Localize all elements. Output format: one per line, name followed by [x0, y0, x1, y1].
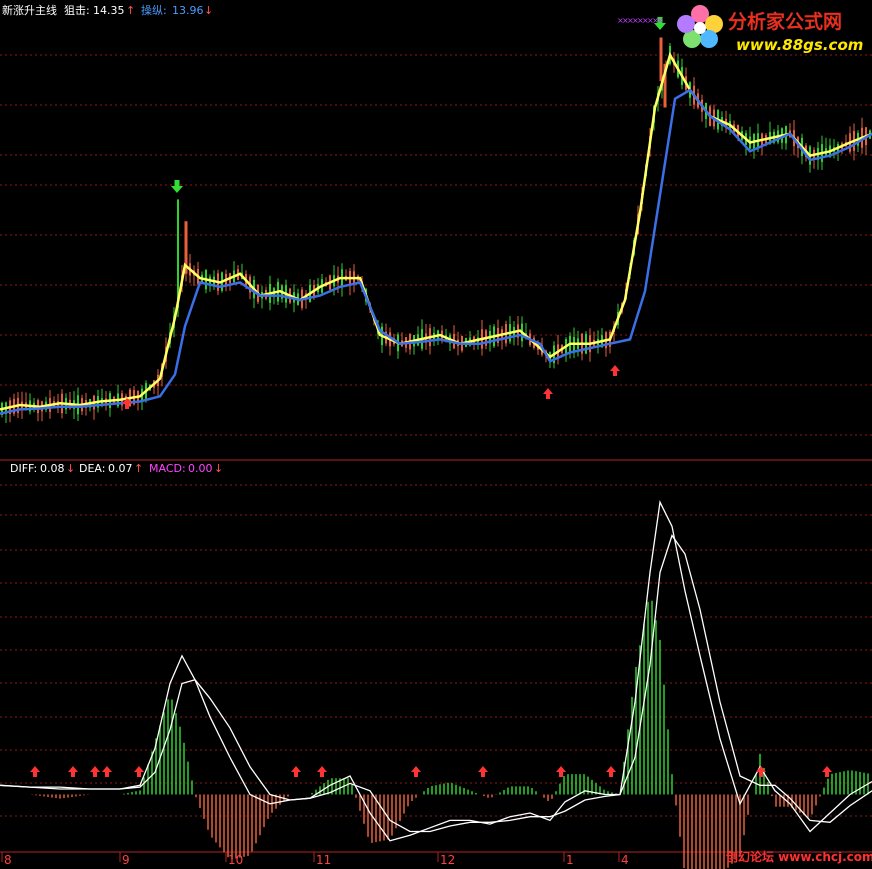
label2-name: 操纵:	[141, 3, 167, 17]
up-arrow-icon	[543, 388, 553, 399]
x-tick-label: 8	[4, 853, 12, 867]
dea-label: DEA:	[79, 462, 105, 475]
lower-arrows	[30, 766, 832, 777]
diff-value: 0.08	[40, 462, 65, 475]
macd-histogram	[31, 600, 869, 869]
x-axis-labels: 8 9 10 11 12 1 4	[1, 852, 629, 867]
candle-bars	[1, 37, 871, 423]
label1-value: 14.35	[93, 4, 125, 17]
up-arrow-icon	[478, 766, 488, 777]
label1-arrow: ↑	[126, 4, 135, 17]
diff-arrow: ↓	[66, 462, 75, 475]
label2-arrow: ↓	[204, 4, 213, 17]
price-lines	[0, 51, 872, 415]
down-arrow-icon	[171, 180, 183, 193]
price-line-yellow	[0, 51, 872, 411]
up-arrow-icon	[291, 766, 301, 777]
label2-value: 13.96	[172, 4, 204, 17]
watermark-title: 分析家公式网	[728, 10, 842, 33]
up-arrow-icon	[411, 766, 421, 777]
marker-x: ×	[657, 16, 664, 25]
dea-arrow: ↑	[134, 462, 143, 475]
flower-icon	[677, 5, 723, 48]
up-arrow-icon	[822, 766, 832, 777]
x-tick-label: 1	[566, 853, 574, 867]
up-arrow-icon	[102, 766, 112, 777]
label1-name: 狙击:	[64, 4, 90, 17]
up-arrow-icon	[610, 365, 620, 376]
x-tick-label: 9	[122, 853, 130, 867]
up-arrow-icon	[134, 766, 144, 777]
watermark-url: www.88gs.com	[736, 36, 863, 54]
up-arrow-icon	[30, 766, 40, 777]
x-tick-label: 10	[228, 853, 243, 867]
macd-label: MACD:	[149, 462, 186, 475]
macd-arrow: ↓	[214, 462, 223, 475]
macd-value: 0.00	[188, 462, 213, 475]
diff-label: DIFF:	[10, 462, 37, 475]
x-tick-label: 12	[440, 853, 455, 867]
indicator-name: 新涨升主线	[2, 3, 57, 17]
x-tick-label: 4	[621, 853, 629, 867]
watermark-logo: 分析家公式网 www.88gs.com	[677, 5, 863, 54]
dea-value: 0.07	[108, 462, 133, 475]
up-arrow-icon	[606, 766, 616, 777]
grid-lines	[0, 54, 872, 817]
up-arrow-icon	[90, 766, 100, 777]
x-tick-label: 11	[316, 853, 331, 867]
up-arrow-icon	[556, 766, 566, 777]
stock-chart: ××××××××× 8 9 10 11 12 1 4 新涨升主线 狙击: 14.35 ↑ 操…	[0, 3, 872, 869]
watermark-bottom: 创幻论坛 www.chcj.com	[725, 849, 872, 864]
up-arrow-icon	[68, 766, 78, 777]
up-arrow-icon	[317, 766, 327, 777]
